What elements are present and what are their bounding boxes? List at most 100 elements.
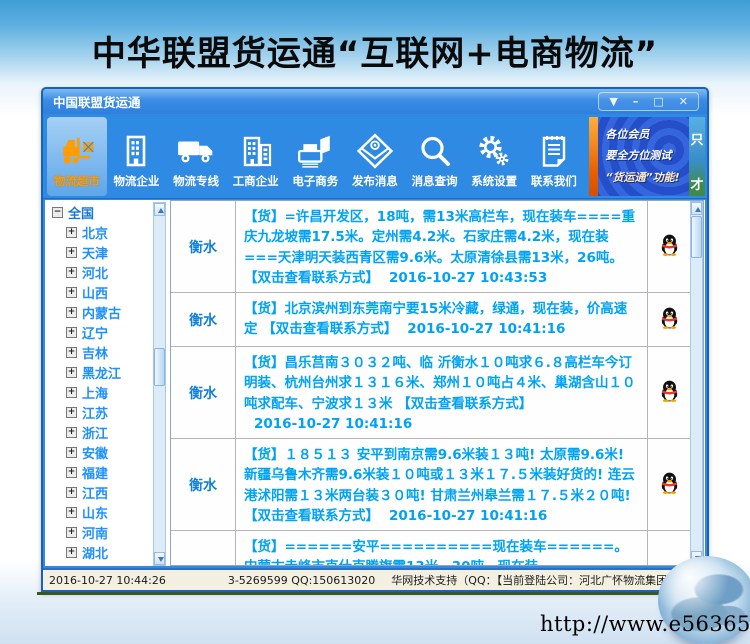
toolbar-item-ecommerce[interactable]: 电子商务 (286, 117, 346, 196)
sidebar-item-region[interactable]: +福建 (47, 462, 151, 482)
toolbar-item-buildings[interactable]: 工商企业 (226, 117, 286, 196)
sidebar-item-region[interactable]: + 内蒙古 (47, 302, 151, 322)
sidebar-item-label: 内蒙古 (82, 303, 121, 322)
message-cell[interactable]: 【货】======安平==========现在装车======。内蒙古赤峰市克什… (236, 531, 647, 565)
table-row[interactable]: 衡水【货】=许昌开发区，18吨，需13米高栏车，现在装车====重庆九龙坡需17… (171, 201, 690, 293)
expand-icon[interactable]: + (66, 307, 77, 318)
toolbar-item-search[interactable]: 消息查询 (405, 117, 465, 196)
sidebar-item-region[interactable]: + 吉林 (47, 342, 151, 362)
website-url[interactable]: http://www.e56365.com (540, 612, 750, 636)
expand-icon[interactable]: + (66, 447, 77, 458)
toolbar-item-gear[interactable]: 系统设置 (464, 117, 524, 196)
scroll-up-icon[interactable] (154, 203, 165, 216)
expand-icon[interactable]: + (66, 527, 77, 538)
sidebar-item-label: 江西 (82, 483, 108, 502)
expand-icon[interactable]: + (66, 507, 77, 518)
sidebar-item-region[interactable]: + 河北 (47, 262, 151, 282)
qq-cell[interactable] (647, 293, 690, 346)
banner-line: “货运通”功能! (605, 167, 682, 188)
toolbar-item-notepad[interactable]: 联系我们 (524, 117, 584, 196)
table-scroll-thumb[interactable] (691, 216, 702, 258)
sidebar-item-region[interactable]: + 北京 (47, 222, 151, 242)
collapse-icon[interactable]: − (52, 207, 63, 218)
qq-cell[interactable] (647, 347, 690, 438)
sidebar-item-region[interactable]: +天津 (47, 242, 151, 262)
expand-icon[interactable]: + (66, 287, 77, 298)
sidebar-item-label: 湖北 (82, 543, 108, 562)
expand-icon[interactable]: + (66, 487, 77, 498)
sidebar-item-region[interactable]: +浙江 (47, 422, 151, 442)
sidebar-item-region[interactable]: + 江西 (47, 482, 151, 502)
sidebar-item-region[interactable]: + 山西 (47, 282, 151, 302)
toolbar-item-label: 物流超市 (54, 173, 100, 189)
expand-icon[interactable]: + (66, 247, 77, 258)
sidebar-item-region[interactable]: + 安徽 (47, 442, 151, 462)
sidebar-item-region[interactable]: +山东 (47, 502, 151, 522)
truck-icon (176, 129, 216, 173)
sidebar-item-region[interactable]: +上海 (47, 382, 151, 402)
tree-scrollbar[interactable] (153, 202, 166, 566)
scroll-down-icon[interactable] (154, 552, 165, 565)
table-row[interactable]: 衡水【货】昌乐莒南３０３２吨、临 沂衡水１０吨求６.８高栏车今订明装、杭州台州求… (171, 347, 690, 439)
table-row[interactable]: 衡水【货】１８５１３ 安平到南京需9.6米装１３吨! 太原需9.6米! 新疆乌鲁… (171, 439, 690, 531)
sidebar-item-region[interactable]: +江苏 (47, 402, 151, 422)
table-scrollbar[interactable] (690, 201, 703, 565)
maximize-button[interactable]: □ (653, 94, 663, 109)
rollup-button[interactable]: ▼ (609, 94, 617, 109)
toolbar-item-mail[interactable]: 发布消息 (345, 117, 405, 196)
expand-icon[interactable]: + (66, 427, 77, 438)
qq-icon[interactable] (660, 306, 679, 333)
sidebar-item-label: 安徽 (82, 443, 108, 462)
sidebar-item-region[interactable]: +河南 (47, 522, 151, 542)
qq-icon[interactable] (660, 233, 679, 260)
banner-line: 各位会员 (605, 124, 682, 145)
ad-orange-stripe (589, 117, 599, 196)
side-banner-char: 只 (690, 129, 703, 148)
qq-icon[interactable] (660, 471, 679, 498)
expand-icon[interactable]: + (66, 547, 77, 558)
toolbar-item-label: 系统设置 (471, 173, 517, 189)
scroll-up-icon[interactable] (691, 202, 702, 215)
main-toolbar: 物流超市物流企业物流专线工商企业电子商务发布消息消息查询系统设置联系我们各位会员… (43, 114, 707, 199)
message-cell[interactable]: 【货】昌乐莒南３０３２吨、临 沂衡水１０吨求６.８高栏车今订明装、杭州台州求１３… (236, 347, 647, 438)
message-cell[interactable]: 【货】１８５１３ 安平到南京需9.6米装１３吨! 太原需9.6米! 新疆乌鲁木齐… (236, 439, 647, 530)
window-titlebar[interactable]: 中国联盟货运通 ▼–□✕ (43, 89, 707, 114)
qq-cell[interactable] (647, 201, 690, 292)
sidebar-item-label: 山西 (82, 283, 108, 302)
message-rows: 衡水 【货】=许昌开发区，18吨，需13米高栏车，现在装车====重庆九龙坡需17… (171, 201, 690, 565)
tree-scroll-thumb[interactable] (154, 348, 165, 386)
minimize-button[interactable]: – (633, 94, 639, 109)
toolbar-item-truck[interactable]: 物流专线 (166, 117, 226, 196)
expand-icon[interactable]: + (66, 347, 77, 358)
side-banner: 只才 (689, 117, 705, 196)
message-time: 2016-10-27 10:41:16 (407, 321, 565, 337)
region-cell: 衡水 (171, 531, 236, 565)
gear-icon (476, 129, 512, 173)
toolbar-item-forklift[interactable]: 物流超市 (47, 117, 107, 196)
expand-icon[interactable]: + (66, 227, 77, 238)
expand-icon[interactable]: + (66, 387, 77, 398)
sidebar-item-region[interactable]: +湖南 (47, 562, 151, 566)
expand-icon[interactable]: + (66, 267, 77, 278)
table-row[interactable]: 衡水【货】======安平==========现在装车======。内蒙古赤峰市… (171, 531, 690, 565)
toolbar-item-label: 电子商务 (292, 173, 338, 189)
sidebar-item-region[interactable]: +黑龙江 (47, 362, 151, 382)
sidebar-item-region[interactable]: +辽宁 (47, 322, 151, 342)
toolbar-item-building[interactable]: 物流企业 (107, 117, 167, 196)
qq-icon[interactable] (660, 379, 679, 406)
close-button[interactable]: ✕ (679, 94, 688, 109)
sidebar-item-label: 北京 (82, 223, 108, 242)
message-cell[interactable]: 【货】北京滨州到东莞南宁要15米冷藏，绿通，现在装，价高速定 【双击查看联系方式… (236, 293, 647, 346)
qq-cell[interactable] (647, 531, 690, 565)
expand-icon[interactable]: + (66, 327, 77, 338)
qq-cell[interactable] (647, 439, 690, 530)
sidebar-item-label: 吉林 (82, 343, 108, 362)
sidebar-item-root[interactable]: −全国 (47, 202, 151, 222)
sidebar-item-region[interactable]: + 湖北 (47, 542, 151, 562)
expand-icon[interactable]: + (66, 407, 77, 418)
sidebar-item-label: 河北 (82, 263, 108, 282)
expand-icon[interactable]: + (66, 367, 77, 378)
message-cell[interactable]: 【货】=许昌开发区，18吨，需13米高栏车，现在装车====重庆九龙坡需17.5… (236, 201, 647, 292)
expand-icon[interactable]: + (66, 467, 77, 478)
table-row[interactable]: 衡水【货】北京滨州到东莞南宁要15米冷藏，绿通，现在装，价高速定 【双击查看联系… (171, 293, 690, 347)
